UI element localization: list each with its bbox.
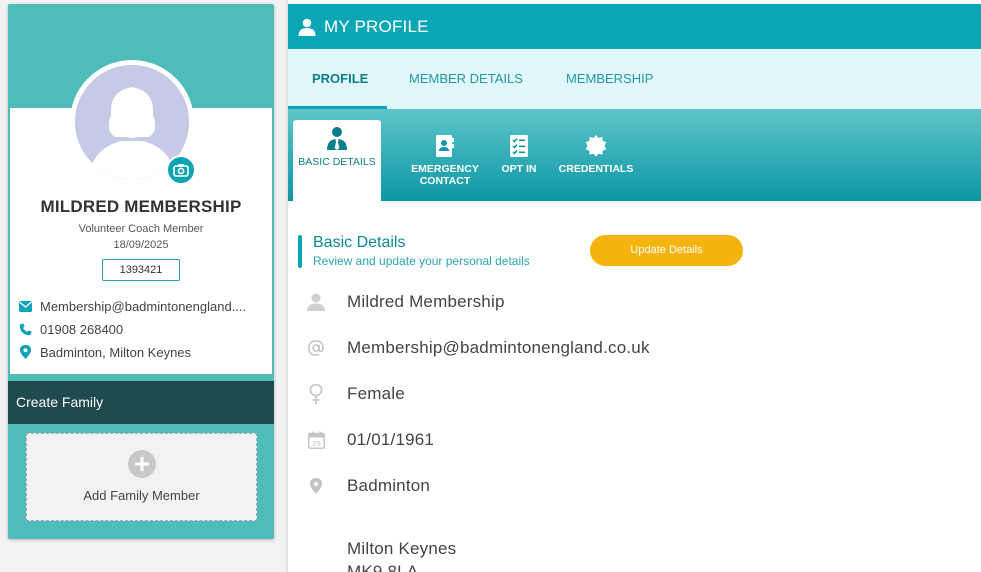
- camera-icon: [173, 164, 189, 177]
- map-pin-icon: [18, 345, 32, 359]
- tab-profile[interactable]: PROFILE: [312, 49, 368, 109]
- page-header: MY PROFILE: [288, 4, 981, 49]
- checklist-icon: [510, 131, 528, 157]
- subtab-label: BASIC DETAILS: [298, 156, 376, 168]
- tab-member-details[interactable]: MEMBER DETAILS: [409, 49, 523, 109]
- add-family-member-button[interactable]: Add Family Member: [26, 433, 257, 521]
- detail-dob-row: 29 01/01/1961: [305, 426, 975, 454]
- profile-name: MILDRED MEMBERSHIP: [40, 197, 242, 216]
- change-photo-button[interactable]: [166, 155, 196, 185]
- detail-address-line1: Badminton: [347, 476, 431, 495]
- add-family-member-label: Add Family Member: [83, 488, 200, 503]
- section-accent-bar: [298, 235, 302, 268]
- section-subtitle: Review and update your personal details: [313, 254, 530, 268]
- detail-email-row: Membership@badmintonengland.co.uk: [305, 334, 975, 362]
- subtab-label: EMERGENCY CONTACT: [411, 163, 479, 187]
- create-family-header: Create Family: [8, 381, 274, 424]
- phone-icon: [18, 322, 32, 336]
- detail-postcode: MK9 8LA: [347, 562, 419, 572]
- profile-tabs: PROFILE MEMBER DETAILS MEMBERSHIP: [288, 49, 981, 109]
- user-icon: [298, 18, 316, 36]
- contact-book-icon: [436, 131, 454, 157]
- female-symbol-icon: [305, 383, 327, 405]
- envelope-icon: [18, 299, 32, 313]
- location-text: Badminton, Milton Keynes: [40, 344, 192, 360]
- member-id-badge: 1393421: [102, 259, 180, 281]
- detail-dob: 01/01/1961: [347, 430, 435, 449]
- contact-phone[interactable]: 01908 268400: [18, 320, 268, 338]
- tab-membership[interactable]: MEMBERSHIP: [566, 49, 653, 109]
- badge-icon: [585, 131, 607, 157]
- subtab-opt-in[interactable]: OPT IN: [475, 127, 563, 201]
- calendar-day-text: 29: [312, 440, 321, 448]
- section-title: Basic Details: [313, 234, 406, 251]
- contact-location: Badminton, Milton Keynes: [18, 343, 268, 361]
- user-tie-icon: [327, 124, 347, 150]
- update-details-button[interactable]: Update Details: [590, 235, 743, 266]
- calendar-icon: 29: [305, 429, 327, 451]
- left-column: Membership@badmintonengland.... 01908 26…: [0, 0, 286, 572]
- contact-email[interactable]: Membership@badmintonengland....: [18, 297, 268, 315]
- subtab-credentials[interactable]: CREDENTIALS: [552, 127, 640, 201]
- detail-name-row: Mildred Membership: [305, 288, 975, 316]
- plus-icon: [127, 450, 156, 478]
- profile-role: Volunteer Coach Member: [78, 223, 204, 235]
- app-root: Membership@badmintonengland.... 01908 26…: [0, 0, 981, 572]
- detail-gender: Female: [347, 384, 405, 403]
- at-sign-icon: [305, 337, 327, 359]
- subtab-basic-details[interactable]: BASIC DETAILS: [293, 120, 381, 201]
- person-icon: [305, 291, 327, 313]
- page-title: MY PROFILE: [324, 16, 429, 36]
- subtab-label: OPT IN: [501, 163, 537, 175]
- detail-address-line2: Milton Keynes: [347, 539, 457, 558]
- detail-email: Membership@badmintonengland.co.uk: [347, 338, 650, 357]
- profile-date: 18/09/2025: [113, 239, 169, 251]
- detail-name: Mildred Membership: [347, 292, 505, 311]
- map-pin-icon: [305, 475, 327, 497]
- detail-gender-row: Female: [305, 380, 975, 408]
- phone-text: 01908 268400: [40, 321, 124, 337]
- profile-subnav: BASIC DETAILS EMERGENCY CONTACT OPT IN C…: [288, 109, 981, 201]
- subtab-label: CREDENTIALS: [558, 163, 634, 175]
- email-text: Membership@badmintonengland....: [40, 298, 247, 314]
- detail-address-row: Badminton: [305, 472, 975, 500]
